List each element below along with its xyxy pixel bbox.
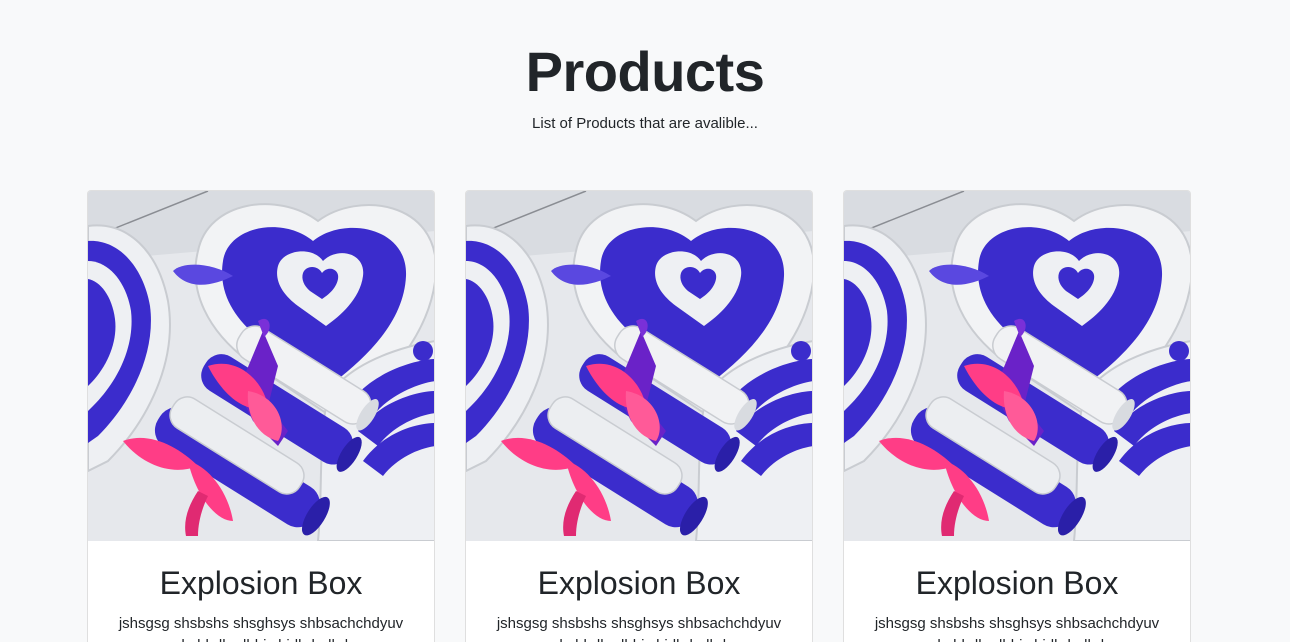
product-card[interactable]: Explosion Box jshsgsg shsbshs shsghsys s…	[465, 190, 813, 642]
product-card[interactable]: Explosion Box jshsgsg shsbshs shsghsys s…	[843, 190, 1191, 642]
products-page: Products List of Products that are avali…	[0, 0, 1290, 642]
product-title: Explosion Box	[159, 565, 363, 601]
page-subtitle: List of Products that are avalible...	[532, 115, 758, 132]
product-grid: Explosion Box jshsgsg shsbshs shsghsys s…	[87, 190, 1191, 642]
product-title: Explosion Box	[537, 565, 741, 601]
product-description: jshsgsg shsbshs shsghsys shbsachchdyuv s…	[118, 615, 404, 642]
product-image	[844, 191, 1190, 541]
product-image	[88, 191, 434, 541]
product-image	[466, 191, 812, 541]
card-body: Explosion Box jshsgsg shsbshs shsghsys s…	[844, 541, 1190, 642]
product-title: Explosion Box	[915, 565, 1119, 601]
page-header: Products List of Products that are avali…	[0, 0, 1290, 134]
product-card[interactable]: Explosion Box jshsgsg shsbshs shsghsys s…	[87, 190, 435, 642]
card-body: Explosion Box jshsgsg shsbshs shsghsys s…	[466, 541, 812, 642]
product-description: jshsgsg shsbshs shsghsys shbsachchdyuv s…	[496, 615, 782, 642]
product-description: jshsgsg shsbshs shsghsys shbsachchdyuv s…	[874, 615, 1160, 642]
card-body: Explosion Box jshsgsg shsbshs shsghsys s…	[88, 541, 434, 642]
page-title: Products	[525, 40, 765, 103]
